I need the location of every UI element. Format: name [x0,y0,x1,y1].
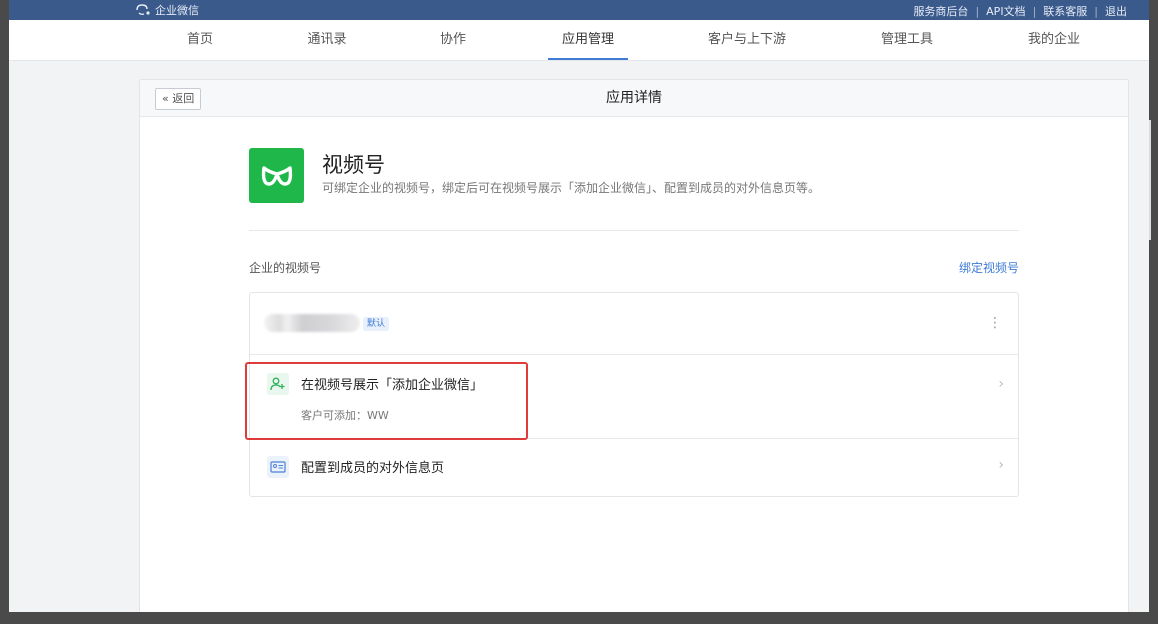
link-api-docs[interactable]: API文档 [986,3,1025,19]
separator: | [1032,4,1037,18]
list-item-title: 在视频号展示「添加企业微信」 [301,378,484,393]
section-label: 企业的视频号 [249,261,322,275]
link-provider-backend[interactable]: 服务商后台 [913,3,968,19]
more-options-icon[interactable]: ⋮ [988,314,1002,332]
list-item-show-add-wecom[interactable]: 在视频号展示「添加企业微信」 客户可添加：WW › [250,355,1018,439]
wecom-logo-icon [136,4,150,16]
main-nav: 首页 通讯录 协作 应用管理 客户与上下游 管理工具 我的企业 [9,20,1149,61]
list-item-title: 配置到成员的对外信息页 [301,461,445,476]
default-badge: 默认 [363,317,390,331]
channel-list: 默认 ⋮ 在视频号展示「添加企业微信」 客户可添加：WW › 配置到成员的对外信… [249,292,1019,497]
list-item-subtitle: 客户可添加：WW [301,409,389,422]
nav-contacts[interactable]: 通讯录 [307,20,346,60]
nav-home[interactable]: 首页 [187,20,213,60]
separator: | [1094,4,1098,18]
scrollbar[interactable] [1149,120,1151,240]
logo[interactable]: 企业微信 [135,2,199,18]
link-logout[interactable]: 退出 [1105,3,1127,19]
nav-admin-tools[interactable]: 管理工具 [881,20,933,60]
blurred-account-name [264,314,360,332]
list-item-member-profile[interactable]: 配置到成员的对外信息页 › [250,439,1018,496]
logo-text: 企业微信 [155,4,199,17]
channel-account-row: 默认 ⋮ [250,293,1018,355]
add-contact-icon [267,373,289,395]
app-window: 企业微信 服务商后台 | API文档 | 联系客服 | 退出 首页 通讯录 协作… [9,0,1149,612]
chevron-right-icon: › [998,376,1004,392]
app-name: 视频号 [322,153,385,177]
card-header: « 返回 应用详情 [140,80,1128,117]
separator: | [975,4,980,18]
app-detail-card: « 返回 应用详情 视频号 可绑定企业的视频号，绑定后可在视频号展示「添加企业微… [139,79,1129,612]
nav-customers[interactable]: 客户与上下游 [708,20,786,60]
nav-collaboration[interactable]: 协作 [440,20,466,60]
divider [249,230,1019,231]
nav-app-management[interactable]: 应用管理 [547,20,629,60]
channels-logo-icon [249,148,304,203]
top-bar: 企业微信 服务商后台 | API文档 | 联系客服 | 退出 [9,0,1149,20]
page-title: 应用详情 [606,90,662,106]
top-links: 服务商后台 | API文档 | 联系客服 | 退出 [913,3,1127,19]
app-description: 可绑定企业的视频号，绑定后可在视频号展示「添加企业微信」、配置到成员的对外信息页… [322,181,821,195]
chevron-right-icon: › [998,457,1004,473]
link-contact-support[interactable]: 联系客服 [1043,3,1087,19]
bind-channel-link[interactable]: 绑定视频号 [959,259,1019,276]
id-card-icon [267,456,289,478]
nav-my-enterprise[interactable]: 我的企业 [1028,20,1080,60]
